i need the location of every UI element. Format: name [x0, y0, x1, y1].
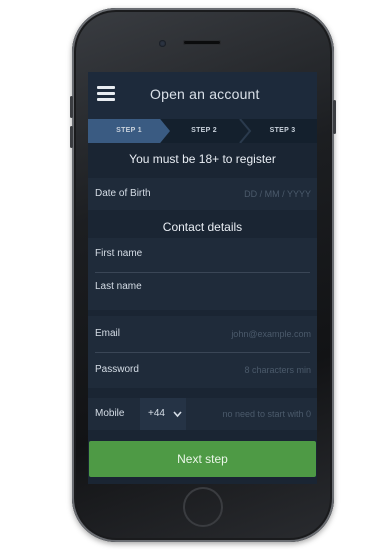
step-progress: STEP 1 STEP 2 STEP 3 [88, 119, 317, 143]
top-bar: Open an account [88, 72, 317, 119]
email-placeholder[interactable]: john@example.com [231, 329, 311, 339]
step-1: STEP 1 [88, 119, 170, 143]
password-label: Password [95, 364, 139, 375]
hamburger-menu-icon[interactable] [97, 86, 115, 102]
password-placeholder[interactable]: 8 characters min [244, 365, 311, 375]
country-code-select[interactable]: +44 [140, 398, 186, 430]
page-title: Open an account [150, 86, 260, 102]
dob-field[interactable]: Date of Birth DD / MM / YYYY [88, 178, 317, 210]
mobile-field: Mobile +44 no need to start with 0 [88, 398, 317, 430]
dob-label: Date of Birth [95, 188, 151, 199]
phone-power [333, 100, 336, 134]
name-divider [95, 272, 310, 273]
step-3: STEP 3 [269, 127, 296, 134]
contact-heading: Contact details [162, 220, 243, 234]
earpiece-speaker [183, 40, 221, 45]
credentials-divider [95, 352, 310, 353]
phone-volume-down [70, 126, 73, 148]
next-step-button[interactable]: Next step [89, 441, 316, 477]
dob-placeholder: DD / MM / YYYY [244, 189, 311, 199]
front-camera [159, 40, 166, 47]
home-button[interactable] [183, 487, 223, 527]
mobile-placeholder[interactable]: no need to start with 0 [222, 409, 311, 419]
age-notice: You must be 18+ to register [129, 152, 276, 166]
email-label: Email [95, 328, 121, 339]
last-name-label[interactable]: Last name [95, 281, 142, 292]
mobile-label: Mobile [95, 408, 125, 419]
first-name-label[interactable]: First name [95, 248, 142, 259]
country-code-value: +44 [148, 408, 165, 419]
phone-volume-up [70, 96, 73, 118]
name-fields: First name Last name [88, 238, 317, 310]
credentials-fields: Email john@example.com Password 8 charac… [88, 316, 317, 388]
step-2: STEP 2 [191, 127, 217, 134]
app-screen: Open an account STEP 1 STEP 2 STEP 3 You… [88, 72, 317, 484]
chevron-down-icon [173, 411, 182, 418]
